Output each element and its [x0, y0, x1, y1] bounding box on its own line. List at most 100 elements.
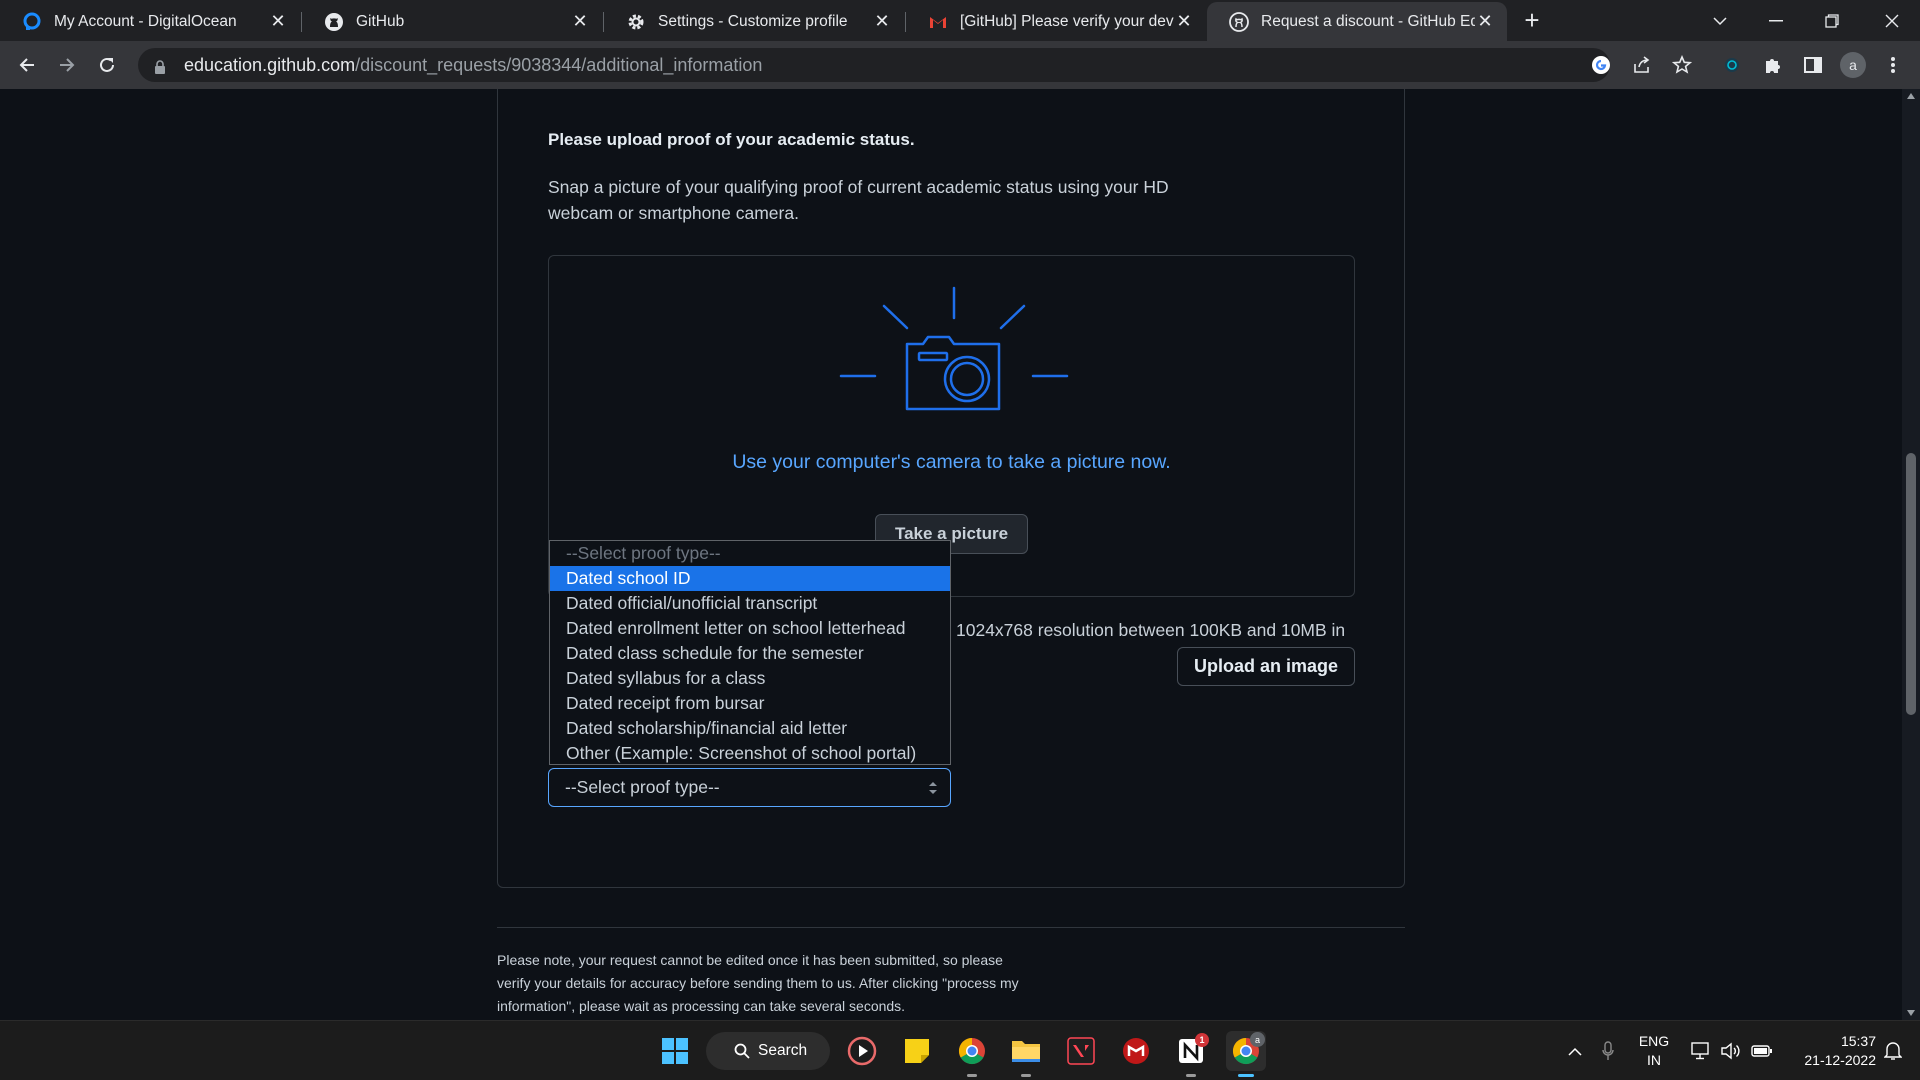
scroll-thumb[interactable]	[1906, 453, 1916, 715]
dropdown-option[interactable]: Dated scholarship/financial aid letter	[550, 716, 950, 741]
puzzle-icon[interactable]	[1759, 51, 1787, 79]
close-icon[interactable]: ✕	[268, 11, 288, 32]
notion-icon[interactable]: 1	[1171, 1031, 1211, 1077]
valorant-icon[interactable]	[1061, 1031, 1101, 1071]
running-indicator	[967, 1074, 977, 1077]
tab-settings[interactable]: Settings - Customize profile ✕	[604, 2, 904, 41]
restore-icon[interactable]	[1804, 0, 1860, 41]
running-indicator	[1186, 1074, 1196, 1077]
camera-instructions: Use your computer's camera to take a pic…	[732, 451, 1171, 473]
share-icon[interactable]	[1628, 51, 1656, 79]
close-icon[interactable]: ✕	[872, 11, 892, 32]
file-explorer-icon[interactable]	[1006, 1031, 1046, 1077]
battery-icon[interactable]	[1748, 1021, 1776, 1080]
dropdown-option[interactable]: Dated syllabus for a class	[550, 666, 950, 691]
clock-time: 15:37	[1840, 1033, 1876, 1049]
clock-date: 21-12-2022	[1804, 1052, 1876, 1068]
browser-tab-bar: My Account - DigitalOcean ✕ GitHub ✕ Set…	[0, 0, 1920, 41]
resolution-requirements: 1024x768 resolution between 100KB and 10…	[956, 620, 1346, 640]
gmail-icon	[928, 12, 948, 32]
page-viewport: Please upload proof of your academic sta…	[0, 89, 1902, 1020]
page-scrollbar[interactable]	[1902, 89, 1920, 1020]
dropdown-option[interactable]: Dated official/unofficial transcript	[550, 591, 950, 616]
url-path: /discount_requests/9038344/additional_in…	[355, 54, 763, 75]
profile-avatar[interactable]: a	[1839, 51, 1867, 79]
upload-image-button[interactable]: Upload an image	[1177, 647, 1355, 686]
select-arrows-icon	[929, 782, 937, 794]
scroll-up-arrow-icon[interactable]	[1907, 93, 1915, 99]
dropdown-option[interactable]: Dated enrollment letter on school letter…	[550, 616, 950, 641]
proof-type-select[interactable]: --Select proof type--	[548, 768, 951, 807]
media-player-icon[interactable]	[842, 1031, 882, 1071]
scroll-down-arrow-icon[interactable]	[1907, 1010, 1915, 1016]
close-icon[interactable]: ✕	[1475, 11, 1495, 32]
address-bar[interactable]: education.github.com/discount_requests/9…	[138, 48, 1610, 82]
language-region: IN	[1647, 1052, 1661, 1068]
back-arrow-icon[interactable]	[11, 49, 43, 81]
tab-title: [GitHub] Please verify your device	[960, 12, 1174, 30]
tab-title: GitHub	[356, 12, 405, 30]
lock-icon[interactable]	[154, 58, 168, 74]
forward-arrow-icon[interactable]	[51, 49, 83, 81]
tab-gmail[interactable]: [GitHub] Please verify your device ✕	[906, 2, 1206, 41]
submission-note: Please note, your request cannot be edit…	[497, 952, 1019, 1014]
search-label: Search	[758, 1042, 808, 1059]
tab-title: Request a discount - GitHub Education	[1261, 12, 1475, 30]
dropdown-option[interactable]: Other (Example: Screenshot of school por…	[550, 741, 950, 766]
extension-icon[interactable]	[1718, 51, 1746, 79]
profile-initial: a	[1840, 52, 1866, 78]
window-close-icon[interactable]	[1864, 0, 1920, 41]
google-icon[interactable]	[1587, 51, 1615, 79]
profile-badge: a	[1250, 1032, 1265, 1047]
browser-toolbar: education.github.com/discount_requests/9…	[0, 41, 1920, 89]
proof-type-dropdown: --Select proof type-- Dated school ID Da…	[549, 540, 951, 765]
tab-search-chevron-icon[interactable]	[1692, 0, 1748, 41]
clock[interactable]: 15:37 21-12-2022	[1786, 1021, 1876, 1080]
running-indicator	[1238, 1074, 1254, 1077]
microphone-icon[interactable]	[1596, 1021, 1620, 1080]
side-panel-icon[interactable]	[1799, 51, 1827, 79]
dropdown-option[interactable]: Dated school ID	[550, 566, 950, 591]
taskbar-search[interactable]: Search	[706, 1032, 830, 1070]
tab-github[interactable]: GitHub ✕	[302, 2, 602, 41]
close-icon[interactable]: ✕	[1174, 11, 1194, 32]
windows-taskbar: Search 1 a ENG IN 15:37 21-12-2022	[0, 1020, 1920, 1080]
volume-icon[interactable]	[1718, 1021, 1744, 1080]
divider	[497, 927, 1405, 928]
kebab-menu-icon[interactable]	[1879, 51, 1907, 79]
bookmark-star-icon[interactable]	[1668, 51, 1696, 79]
tab-digitalocean[interactable]: My Account - DigitalOcean ✕	[0, 2, 300, 41]
upload-heading: Please upload proof of your academic sta…	[548, 130, 915, 149]
tab-title: My Account - DigitalOcean	[54, 12, 237, 30]
sticky-notes-icon[interactable]	[897, 1031, 937, 1071]
chrome-profile-app-icon[interactable]: a	[1226, 1031, 1266, 1077]
windows-start-icon[interactable]	[655, 1031, 695, 1071]
tab-github-education[interactable]: Request a discount - GitHub Education ✕	[1207, 2, 1507, 41]
language-code: ENG	[1638, 1033, 1670, 1049]
minimize-icon[interactable]	[1748, 0, 1804, 41]
camera-icon	[839, 286, 1069, 411]
url-host: education.github.com	[184, 54, 356, 75]
notification-badge: 1	[1195, 1033, 1209, 1047]
github-icon	[1229, 11, 1249, 32]
close-icon[interactable]: ✕	[570, 11, 590, 32]
reload-icon[interactable]	[91, 49, 123, 81]
network-icon[interactable]	[1688, 1021, 1714, 1080]
proof-type-select-value: --Select proof type--	[565, 777, 720, 797]
mcafee-icon[interactable]	[1116, 1031, 1156, 1071]
search-icon	[734, 1043, 750, 1059]
tab-title: Settings - Customize profile	[658, 12, 848, 30]
dropdown-option[interactable]: --Select proof type--	[550, 541, 950, 566]
dropdown-option[interactable]: Dated receipt from bursar	[550, 691, 950, 716]
upload-description: Snap a picture of your qualifying proof …	[548, 177, 1169, 223]
running-indicator	[1021, 1074, 1031, 1077]
language-indicator[interactable]: ENG IN	[1630, 1021, 1678, 1080]
digitalocean-icon	[22, 12, 42, 32]
new-tab-button[interactable]: +	[1517, 5, 1547, 35]
tray-chevron-icon[interactable]	[1560, 1021, 1590, 1080]
chrome-app-icon[interactable]	[952, 1031, 992, 1077]
github-icon	[324, 12, 344, 32]
dropdown-option[interactable]: Dated class schedule for the semester	[550, 641, 950, 666]
gear-icon	[626, 12, 646, 32]
notification-center-icon[interactable]	[1876, 1021, 1910, 1080]
